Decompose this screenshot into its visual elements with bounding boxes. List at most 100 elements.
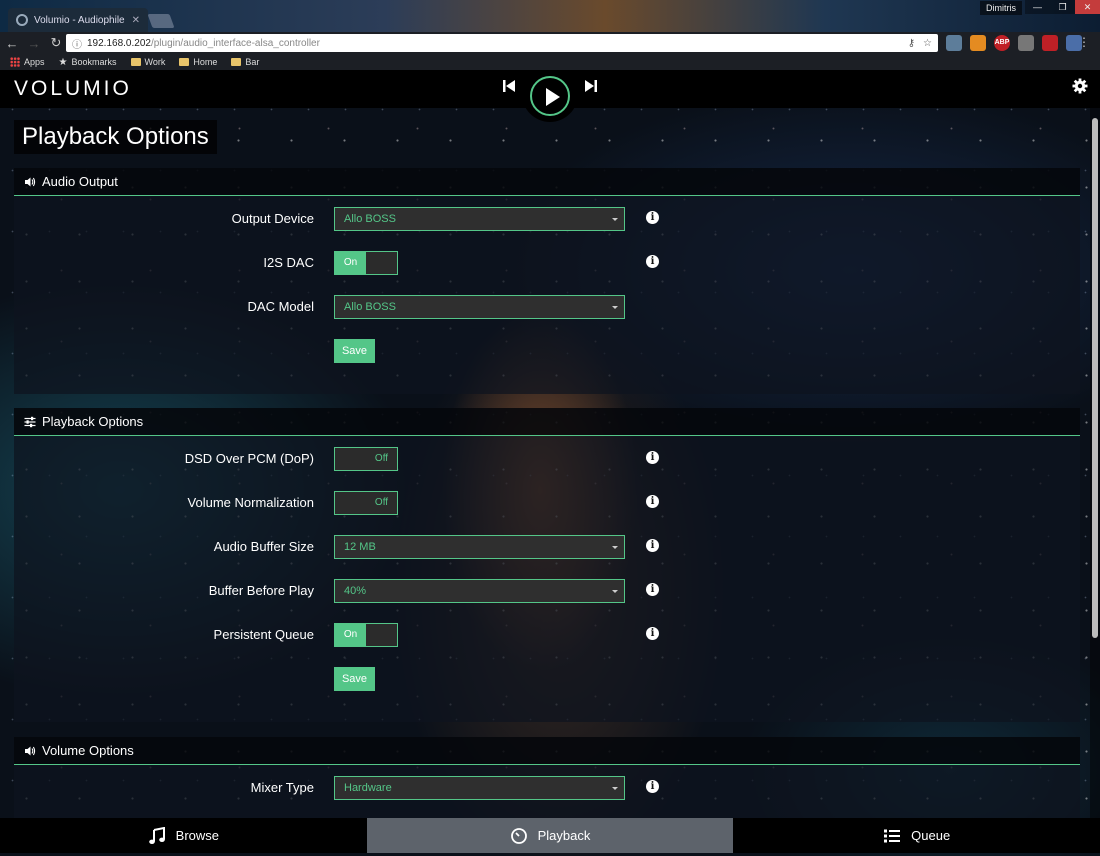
dropdown-caret-icon: [612, 546, 618, 549]
settings-gear-icon[interactable]: [1072, 78, 1088, 94]
extension-icons: ABP: [946, 35, 1082, 51]
play-button[interactable]: [530, 76, 570, 116]
row-audio-buffer-size: Audio Buffer Size 12 MB i: [14, 535, 1080, 559]
info-icon[interactable]: i: [646, 255, 659, 268]
apps-grid-icon: [10, 57, 20, 67]
section-title: Volume Options: [42, 743, 134, 758]
tab-browse[interactable]: Browse: [0, 818, 367, 853]
star-icon: ★: [58, 56, 68, 68]
buffer-before-play-select[interactable]: 40%: [334, 579, 625, 603]
maximize-button[interactable]: ❐: [1050, 0, 1075, 14]
red-extension-icon[interactable]: [1042, 35, 1058, 51]
bookmark-work[interactable]: Work: [130, 57, 165, 67]
section-title: Playback Options: [42, 414, 144, 429]
page-info-icon[interactable]: ⓘ: [72, 36, 82, 51]
mixer-type-select[interactable]: Hardware: [334, 776, 625, 800]
bookmark-bar[interactable]: Bar: [231, 57, 259, 67]
bookmark-star-icon[interactable]: ☆: [923, 38, 932, 49]
bottom-nav: Browse Playback Queue: [0, 818, 1100, 853]
bookmark-apps[interactable]: Apps: [10, 57, 45, 67]
tab-queue[interactable]: Queue: [733, 818, 1100, 853]
tab-playback-label: Playback: [537, 828, 591, 843]
info-icon[interactable]: i: [646, 211, 659, 224]
dropdown-caret-icon: [612, 306, 618, 309]
volumio-app: volumio: [0, 70, 1100, 856]
back-arrow-icon[interactable]: ←: [2, 36, 22, 51]
dsd-over-pcm-toggle[interactable]: Off: [334, 447, 398, 471]
toggle-knob: [335, 448, 366, 470]
dsd-over-pcm-label: DSD Over PCM (DoP): [184, 451, 314, 466]
folder-icon: [130, 58, 141, 66]
address-bar[interactable]: ⓘ 192.168.0.202 /plugin/audio_interface-…: [66, 34, 938, 52]
toggle-on-state: On: [335, 624, 366, 646]
rss-extension-icon[interactable]: [970, 35, 986, 51]
persistent-queue-toggle[interactable]: On: [334, 623, 398, 647]
page-title: Playback Options: [14, 120, 217, 154]
adblock-extension-icon[interactable]: ABP: [994, 35, 1010, 51]
folder-icon: [179, 58, 190, 66]
tab-playback[interactable]: Playback: [366, 818, 734, 853]
row-buffer-before-play: Buffer Before Play 40% i: [14, 579, 1080, 603]
clock-icon: [510, 827, 527, 844]
info-icon[interactable]: i: [646, 495, 659, 508]
browser-toolbar: ← → ↻ ⓘ 192.168.0.202 /plugin/audio_inte…: [0, 32, 1100, 54]
section-header: Playback Options: [14, 408, 1080, 436]
next-track-icon[interactable]: [584, 78, 600, 96]
reload-icon[interactable]: ↻: [46, 35, 66, 51]
key-icon[interactable]: ⚷: [908, 38, 915, 49]
transport-controls: [500, 70, 604, 122]
dac-model-select[interactable]: Allo BOSS: [334, 295, 625, 319]
toggle-knob: [335, 492, 366, 514]
browser-tab-volumio[interactable]: Volumio - Audiophile M ✕: [8, 8, 148, 32]
audio-buffer-size-select[interactable]: 12 MB: [334, 535, 625, 559]
section-title: Audio Output: [42, 174, 118, 189]
previous-track-icon[interactable]: [502, 78, 518, 96]
tab-close-icon[interactable]: ✕: [132, 15, 140, 26]
browser-menu-icon[interactable]: ⋮: [1078, 35, 1090, 49]
close-window-button[interactable]: ✕: [1075, 0, 1100, 14]
play-icon: [546, 88, 560, 106]
mixer-type-label: Mixer Type: [250, 780, 314, 795]
info-icon[interactable]: i: [646, 451, 659, 464]
info-icon[interactable]: i: [646, 539, 659, 552]
row-dsd-over-pcm: DSD Over PCM (DoP) Off i: [14, 447, 1080, 471]
scrollbar-thumb[interactable]: [1092, 118, 1098, 638]
bookmarks-bar: Apps ★ Bookmarks Work Home Bar: [0, 54, 1100, 70]
volumio-favicon-icon: [16, 14, 28, 26]
section-playback-options: Playback Options DSD Over PCM (DoP) Off …: [14, 408, 1080, 722]
section-audio-output: Audio Output Output Device Allo BOSS i I…: [14, 168, 1080, 394]
weather-extension-icon[interactable]: [946, 35, 962, 51]
row-volume-normalization: Volume Normalization Off i: [14, 491, 1080, 515]
page-scrollbar[interactable]: [1090, 108, 1100, 818]
output-device-label: Output Device: [231, 211, 314, 226]
toggle-on-state: On: [335, 252, 366, 274]
forward-arrow-icon[interactable]: →: [24, 36, 44, 51]
audio-buffer-size-label: Audio Buffer Size: [213, 539, 314, 554]
section-header: Audio Output: [14, 168, 1080, 196]
dropdown-caret-icon: [612, 787, 618, 790]
bookmark-home[interactable]: Home: [179, 57, 217, 67]
volume-normalization-toggle[interactable]: Off: [334, 491, 398, 515]
info-icon[interactable]: i: [646, 583, 659, 596]
output-device-select[interactable]: Allo BOSS: [334, 207, 625, 231]
i2s-dac-label: I2S DAC: [263, 255, 314, 270]
minimize-button[interactable]: —: [1025, 0, 1050, 14]
bookmark-bookmarks[interactable]: ★ Bookmarks: [59, 57, 117, 68]
playback-options-save-button[interactable]: Save: [334, 667, 375, 691]
info-icon[interactable]: i: [646, 627, 659, 640]
puzzle-extension-icon[interactable]: [1018, 35, 1034, 51]
profile-name[interactable]: Dimitris: [980, 1, 1022, 15]
list-icon: [884, 829, 901, 842]
info-icon[interactable]: i: [646, 780, 659, 793]
speaker-icon: [25, 746, 36, 755]
dropdown-caret-icon: [612, 590, 618, 593]
sliders-icon: [24, 416, 36, 427]
row-dac-model: DAC Model Allo BOSS: [14, 295, 1080, 319]
volumio-logo[interactable]: volumio: [14, 77, 132, 101]
tab-queue-label: Queue: [911, 828, 951, 843]
new-tab-button[interactable]: [147, 14, 175, 28]
tab-title: Volumio - Audiophile M: [34, 14, 126, 26]
browser-titlebar: Volumio - Audiophile M ✕ Dimitris — ❐ ✕: [0, 0, 1100, 32]
audio-output-save-button[interactable]: Save: [334, 339, 375, 363]
i2s-dac-toggle[interactable]: On: [334, 251, 398, 275]
